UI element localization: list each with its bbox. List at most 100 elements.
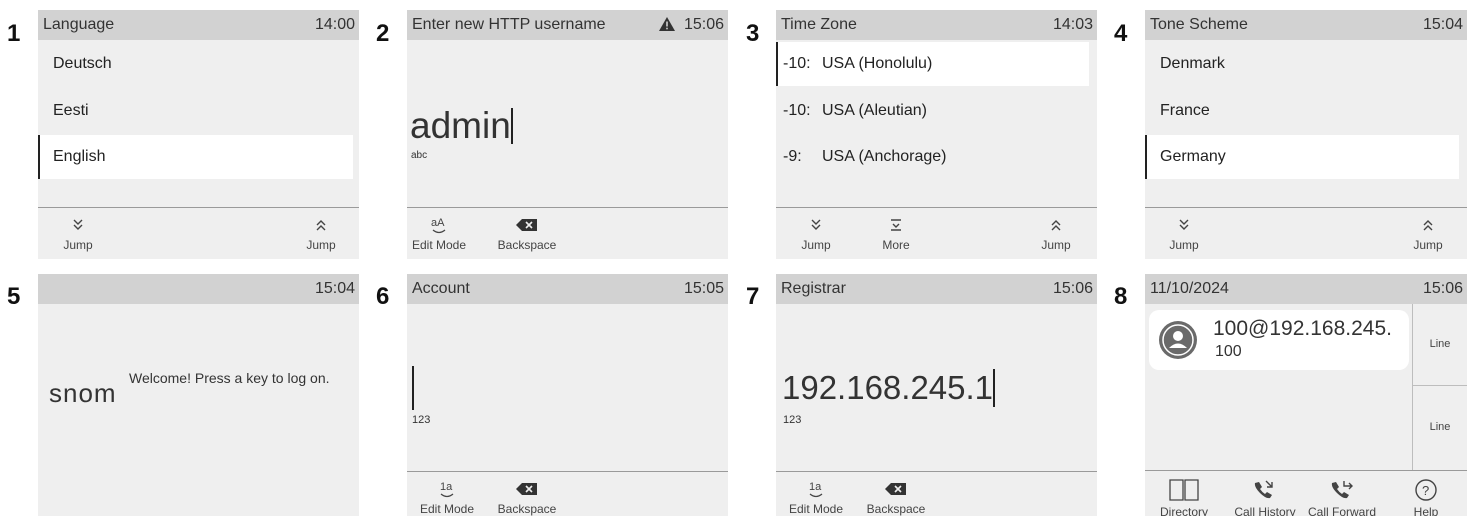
help-softkey[interactable]: ? Help bbox=[1391, 477, 1461, 516]
line-key-2[interactable]: Line bbox=[1413, 387, 1467, 470]
jump-down-softkey[interactable]: Jump bbox=[1149, 214, 1219, 252]
backspace-softkey[interactable]: Backspace bbox=[492, 214, 562, 252]
title-bar: Time Zone 14:03 bbox=[776, 10, 1097, 40]
clock: 15:04 bbox=[1422, 16, 1463, 33]
edit-mode-softkey[interactable]: 1a Edit Mode bbox=[781, 478, 851, 516]
edit-mode-icon: aA bbox=[407, 214, 474, 236]
title-bar: 11/10/2024 15:06 bbox=[1145, 274, 1467, 304]
clock: 15:06 bbox=[1422, 280, 1463, 297]
clock: 15:04 bbox=[314, 280, 355, 297]
list-item-france[interactable]: France bbox=[1145, 89, 1459, 133]
jump-up-softkey[interactable]: Jump bbox=[1393, 214, 1463, 252]
text-caret bbox=[412, 366, 414, 410]
line-key-1[interactable]: Line bbox=[1413, 304, 1467, 386]
time-zone-name: USA (Honolulu) bbox=[822, 55, 933, 72]
call-forward-softkey[interactable]: Call Forward bbox=[1307, 477, 1377, 516]
jump-up-softkey[interactable]: Jump bbox=[286, 214, 356, 252]
panel-number: 5 bbox=[7, 283, 21, 310]
double-chevron-up-icon bbox=[1021, 214, 1091, 236]
title-bar: Registrar 15:06 bbox=[776, 274, 1097, 304]
edit-mode-softkey[interactable]: aA Edit Mode bbox=[407, 214, 474, 252]
clock: 15:06 bbox=[1052, 280, 1093, 297]
clock: 14:03 bbox=[1052, 16, 1093, 33]
screen-title: Language bbox=[43, 16, 115, 33]
list-item-label: Eesti bbox=[53, 102, 89, 119]
date-label: 11/10/2024 bbox=[1150, 280, 1229, 297]
registrar-input[interactable]: 192.168.245.1 123 bbox=[776, 304, 1097, 471]
softkey-label: Jump bbox=[306, 238, 336, 252]
backspace-icon bbox=[492, 478, 562, 500]
screen-title: Tone Scheme bbox=[1150, 16, 1248, 33]
screen-title: Time Zone bbox=[781, 16, 857, 33]
list-item-label: Germany bbox=[1160, 148, 1226, 165]
list-item-label: France bbox=[1160, 102, 1210, 119]
jump-up-softkey[interactable]: Jump bbox=[1021, 214, 1091, 252]
jump-down-softkey[interactable]: Jump bbox=[43, 214, 113, 252]
book-icon bbox=[1149, 477, 1219, 503]
input-value: 192.168.245.1 bbox=[782, 369, 994, 406]
title-bar: Enter new HTTP username 15:06 bbox=[407, 10, 728, 40]
account-entry-screen: Account 15:05 123 1a Edit Mode Backspace bbox=[407, 274, 728, 516]
softkey-label: Edit Mode bbox=[419, 502, 475, 516]
softkey-label: Edit Mode bbox=[788, 502, 844, 516]
edit-mode-softkey[interactable]: 1a Edit Mode bbox=[412, 478, 482, 516]
welcome-message: Welcome! Press a key to log on. bbox=[129, 370, 330, 386]
account-input[interactable]: 123 bbox=[407, 304, 728, 471]
edit-mode-icon: 1a bbox=[412, 478, 482, 500]
more-softkey[interactable]: More bbox=[861, 214, 931, 252]
username-input[interactable]: admin abc bbox=[407, 40, 728, 207]
softkey-label: Backspace bbox=[497, 502, 557, 516]
softkey-label: Jump bbox=[1041, 238, 1071, 252]
svg-text:?: ? bbox=[1422, 483, 1429, 498]
softkey-label: Call History bbox=[1234, 505, 1296, 516]
double-chevron-down-icon bbox=[43, 214, 113, 236]
line-key-label: Line bbox=[1429, 421, 1451, 433]
text-caret bbox=[993, 369, 996, 407]
list-item-eesti[interactable]: Eesti bbox=[38, 89, 353, 133]
registrar-entry-screen: Registrar 15:06 192.168.245.1 123 1a Edi… bbox=[776, 274, 1097, 516]
edit-mode-icon: 1a bbox=[781, 478, 851, 500]
time-zone-offset: -10: bbox=[783, 102, 811, 119]
time-zone-name: USA (Aleutian) bbox=[822, 102, 927, 119]
panel-number: 8 bbox=[1114, 283, 1128, 310]
panel-number: 3 bbox=[746, 20, 760, 47]
call-forward-icon bbox=[1307, 477, 1377, 503]
input-mode: 123 bbox=[783, 414, 802, 426]
help-icon: ? bbox=[1391, 477, 1461, 503]
double-chevron-down-icon bbox=[1149, 214, 1219, 236]
softkey-label: Help bbox=[1413, 505, 1439, 516]
title-bar: Language 14:00 bbox=[38, 10, 359, 40]
identity-card[interactable]: 100@192.168.245. 100 bbox=[1149, 310, 1409, 370]
tone-scheme-screen: Tone Scheme 15:04 Denmark France Germany… bbox=[1145, 10, 1467, 259]
panel-number: 4 bbox=[1114, 20, 1128, 47]
double-chevron-down-icon bbox=[781, 214, 851, 236]
backspace-softkey[interactable]: Backspace bbox=[861, 478, 931, 516]
list-item-english[interactable]: English bbox=[38, 135, 353, 179]
input-value: admin bbox=[410, 105, 511, 146]
list-item-deutsch[interactable]: Deutsch bbox=[38, 42, 353, 86]
call-history-softkey[interactable]: Call History bbox=[1230, 477, 1300, 516]
time-zone-item-aleutian[interactable]: -10: USA (Aleutian) bbox=[776, 89, 1089, 133]
welcome-screen: 15:04 snom Welcome! Press a key to log o… bbox=[38, 274, 359, 516]
jump-down-softkey[interactable]: Jump bbox=[781, 214, 851, 252]
list-item-denmark[interactable]: Denmark bbox=[1145, 42, 1459, 86]
time-zone-item-honolulu[interactable]: -10: USA (Honolulu) bbox=[776, 42, 1089, 86]
title-bar: Account 15:05 bbox=[407, 274, 728, 304]
identity-extension: 100 bbox=[1215, 343, 1242, 360]
input-mode: 123 bbox=[412, 414, 431, 426]
directory-softkey[interactable]: Directory bbox=[1149, 477, 1219, 516]
time-zone-offset: -10: bbox=[783, 55, 811, 72]
panel-number: 7 bbox=[746, 283, 760, 310]
time-zone-item-anchorage[interactable]: -9: USA (Anchorage) bbox=[776, 135, 1089, 179]
softkey-label: Jump bbox=[1169, 238, 1199, 252]
time-zone-screen: Time Zone 14:03 -10: USA (Honolulu) -10:… bbox=[776, 10, 1097, 259]
softkey-label: Directory bbox=[1159, 505, 1208, 516]
svg-text:1a: 1a bbox=[440, 481, 453, 493]
title-bar: 15:04 bbox=[38, 274, 359, 304]
panel-number: 1 bbox=[7, 20, 21, 47]
svg-text:1a: 1a bbox=[809, 481, 822, 493]
list-item-germany[interactable]: Germany bbox=[1145, 135, 1459, 179]
backspace-icon bbox=[861, 478, 931, 500]
backspace-softkey[interactable]: Backspace bbox=[492, 478, 562, 516]
snom-logo: snom bbox=[49, 378, 117, 408]
